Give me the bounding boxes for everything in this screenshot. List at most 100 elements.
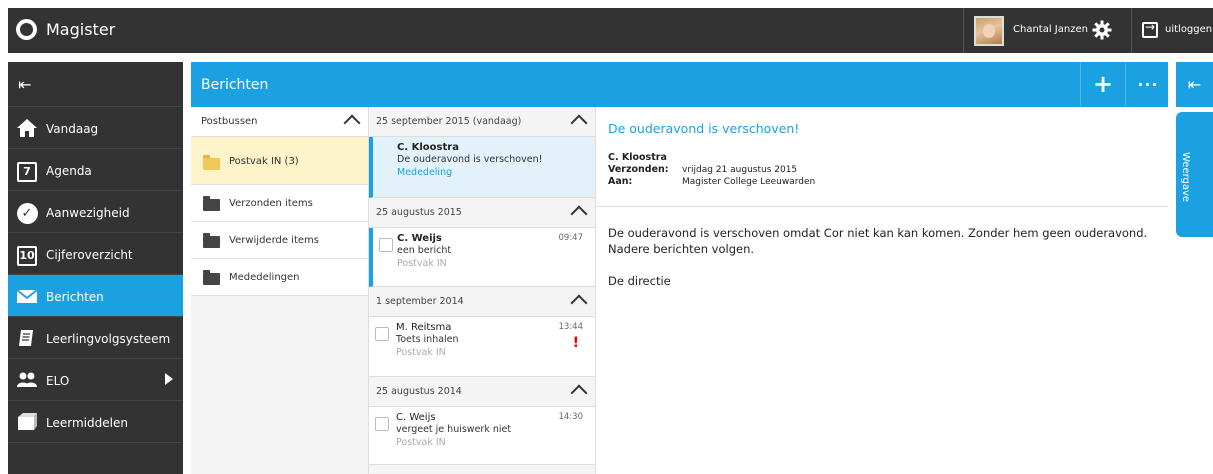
gear-icon[interactable] <box>1092 20 1112 40</box>
logout-button[interactable]: uitloggen <box>1131 8 1213 53</box>
sidebar-item-label: Leermiddelen <box>46 416 128 430</box>
chevron-up-icon[interactable] <box>570 114 588 132</box>
folder-icon <box>203 233 220 248</box>
message-body-spacer <box>608 257 1148 273</box>
calendar-icon: 7 <box>15 158 39 182</box>
message-from: C. Kloostra <box>608 152 667 163</box>
message-subject: De ouderavond is verschoven! <box>397 154 543 165</box>
sidebar-item-leerlingvolgsysteem[interactable]: Leerlingvolgsysteem <box>8 317 183 359</box>
folder-verzonden-items[interactable]: Verzonden items <box>191 185 368 222</box>
to-value: Magister College Leeuwarden <box>682 177 816 187</box>
more-options-button[interactable]: ··· <box>1125 62 1170 107</box>
people-icon <box>15 368 39 392</box>
logout-label[interactable]: uitloggen <box>1165 24 1212 35</box>
message-folder: Postvak IN <box>397 258 447 269</box>
message-reader: De ouderavond is verschoven! C. Kloostra… <box>596 107 1168 474</box>
expand-arrow-icon[interactable] <box>165 373 173 385</box>
section-header: Berichten + ··· <box>191 62 1168 107</box>
mail-icon <box>15 284 39 308</box>
open-folder-icon <box>203 155 220 170</box>
message-sender: M. Reitsma <box>396 322 452 333</box>
message-body-paragraph: Nadere berichten volgen. <box>608 242 755 256</box>
folder-icon <box>203 270 220 285</box>
sidebar-item-label: Cijferoverzicht <box>46 248 133 262</box>
weergave-label[interactable]: Weergave <box>1180 152 1191 202</box>
new-message-button[interactable]: + <box>1080 62 1125 107</box>
chevron-up-icon[interactable] <box>570 294 588 312</box>
sidebar-collapse-button[interactable]: ⇤ <box>8 62 183 107</box>
user-name[interactable]: Chantal Janzen <box>1013 24 1088 35</box>
message-time: 14:30 <box>558 412 584 422</box>
sidebar-item-label: ELO <box>46 374 70 388</box>
message-subject: vergeet je huiswerk niet <box>396 424 512 435</box>
sent-value: vrijdag 21 augustus 2015 <box>682 165 798 175</box>
weergave-tab[interactable]: Weergave <box>1176 112 1213 237</box>
date-group-label: 1 september 2014 <box>376 296 464 307</box>
message-list: 25 september 2015 (vandaag) C. Kloostra … <box>369 107 596 474</box>
check-circle-icon: ✓ <box>15 200 39 224</box>
collapse-menu-icon[interactable]: ⇤ <box>18 75 31 94</box>
important-flag-icon: ! <box>572 335 579 351</box>
folder-mededelingen[interactable]: Mededelingen <box>191 259 368 296</box>
message-item[interactable]: C. Kloostra De ouderavond is verschoven!… <box>369 137 595 198</box>
date-group-label: 25 augustus 2014 <box>376 386 462 397</box>
message-item[interactable]: C. Weijs 09:47 een bericht Postvak IN <box>369 228 595 287</box>
sidebar-item-leermiddelen[interactable]: Leermiddelen <box>8 401 183 443</box>
sidebar-item-elo[interactable]: ELO <box>8 359 183 401</box>
mailbox-header[interactable]: Postbussen <box>191 107 368 137</box>
notebook-icon <box>15 326 39 350</box>
message-sender: C. Kloostra <box>397 142 459 153</box>
message-folder: Postvak IN <box>396 437 446 448</box>
chevron-up-icon[interactable] <box>570 384 588 402</box>
message-subject: een bericht <box>397 245 452 256</box>
folder-label: Verzonden items <box>229 198 313 209</box>
folder-label: Mededelingen <box>229 272 300 283</box>
date-group-label: 25 september 2015 (vandaag) <box>376 116 522 127</box>
sidebar: ⇤ Vandaag 7 Agenda ✓ Aanwezigheid 10 Cij… <box>8 62 183 474</box>
page-title: Berichten <box>201 77 269 93</box>
grades-number: 10 <box>17 246 37 266</box>
calendar-day: 7 <box>17 162 37 182</box>
folder-icon <box>203 196 220 211</box>
magister-logo-icon <box>16 19 37 40</box>
sidebar-item-label: Berichten <box>46 290 104 304</box>
message-checkbox[interactable] <box>375 417 389 431</box>
date-group-header[interactable]: 1 september 2014 <box>369 287 595 317</box>
sidebar-item-aanwezigheid[interactable]: ✓ Aanwezigheid <box>8 191 183 233</box>
folder-postvak-in[interactable]: Postvak IN (3) <box>191 137 368 185</box>
message-folder: Mededeling <box>397 167 453 178</box>
avatar[interactable] <box>974 16 1004 46</box>
message-time: 13:44 <box>558 322 584 332</box>
folder-label: Postvak IN (3) <box>229 156 299 167</box>
mailbox-header-label: Postbussen <box>201 116 258 127</box>
message-checkbox[interactable] <box>379 238 393 252</box>
sidebar-item-vandaag[interactable]: Vandaag <box>8 107 183 149</box>
sidebar-item-label: Leerlingvolgsysteem <box>46 332 171 346</box>
mailbox-list: Postbussen Postvak IN (3) Verzonden item… <box>191 107 369 474</box>
message-title: De ouderavond is verschoven! <box>608 121 800 136</box>
logout-icon <box>1142 20 1158 38</box>
sidebar-item-label: Agenda <box>46 164 92 178</box>
right-panel-toggle-button[interactable]: ⇤ <box>1176 62 1213 107</box>
message-reader-header: De ouderavond is verschoven! C. Kloostra… <box>596 107 1168 207</box>
sidebar-item-berichten[interactable]: Berichten <box>8 275 183 317</box>
user-menu[interactable]: Chantal Janzen <box>963 8 1131 53</box>
sent-label: Verzonden: <box>608 164 669 175</box>
date-group-header[interactable]: 25 augustus 2014 <box>369 377 595 407</box>
message-sender: C. Weijs <box>396 412 436 423</box>
home-icon <box>15 116 39 140</box>
message-checkbox[interactable] <box>375 327 389 341</box>
app-title: Magister <box>46 20 116 39</box>
message-item[interactable]: C. Weijs 14:30 vergeet je huiswerk niet … <box>369 407 595 465</box>
sidebar-item-agenda[interactable]: 7 Agenda <box>8 149 183 191</box>
chevron-up-icon[interactable] <box>343 114 361 132</box>
chevron-up-icon[interactable] <box>570 205 588 223</box>
date-group-header[interactable]: 25 september 2015 (vandaag) <box>369 107 595 137</box>
folder-label: Verwijderde items <box>229 235 319 246</box>
sidebar-item-cijferoverzicht[interactable]: 10 Cijferoverzicht <box>8 233 183 275</box>
collapse-panel-icon[interactable]: ⇤ <box>1188 75 1201 94</box>
message-item[interactable]: M. Reitsma 13:44 Toets inhalen Postvak I… <box>369 317 595 377</box>
folder-verwijderde-items[interactable]: Verwijderde items <box>191 222 368 259</box>
message-sender: C. Weijs <box>397 233 442 244</box>
date-group-header[interactable]: 25 augustus 2015 <box>369 198 595 228</box>
